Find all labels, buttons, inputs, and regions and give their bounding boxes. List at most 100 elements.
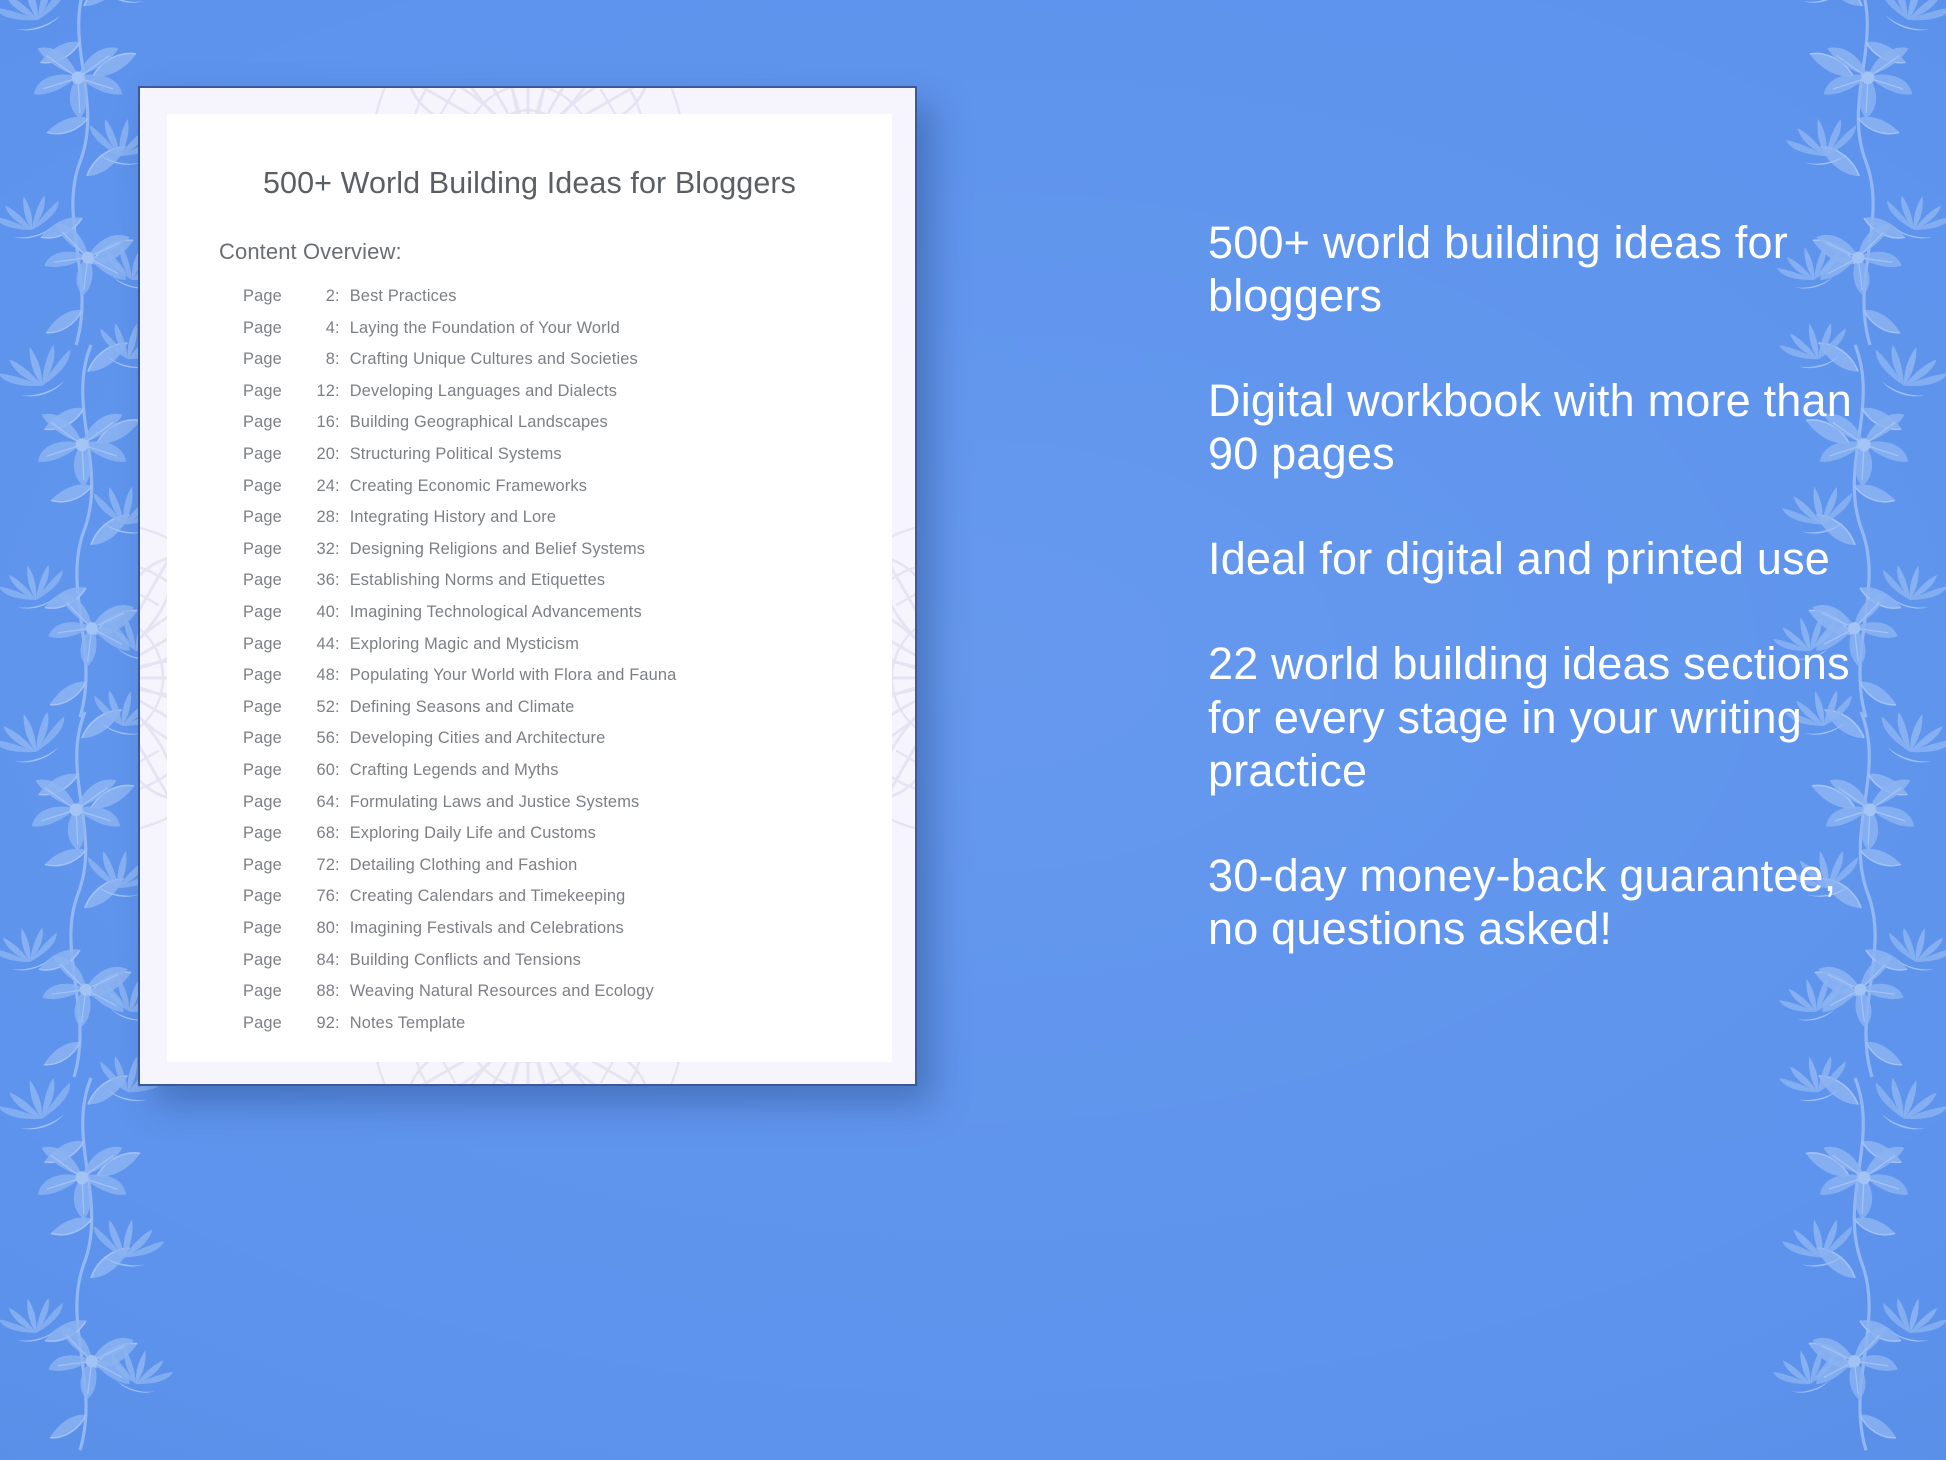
toc-entry-separator: :	[335, 918, 340, 937]
toc-entry-page-number: 24	[316, 476, 335, 495]
toc-entry-page-label: Page	[243, 318, 282, 337]
toc-entry[interactable]: Page 40: Imagining Technological Advanceme…	[243, 603, 892, 635]
toc-entry-title: Weaving Natural Resources and Ecology	[349, 982, 654, 1001]
toc-entry-separator: :	[335, 729, 340, 748]
toc-entry[interactable]: Page 88: Weaving Natural Resources and Eco…	[243, 982, 892, 1014]
toc-entry[interactable]: Page 92: Notes Template	[243, 1014, 892, 1046]
toc-entry-separator: :	[335, 1013, 340, 1032]
toc-entry-page-label: Page	[243, 539, 282, 558]
document-preview-card[interactable]: 500+ World Building Ideas for Bloggers C…	[138, 86, 917, 1086]
toc-entry-page-label: Page	[243, 602, 282, 621]
toc-entry-page-number: 36	[316, 571, 335, 590]
toc-entry-page-label: Page	[243, 666, 282, 685]
toc-entry-page-number: 20	[316, 445, 335, 463]
toc-entry-title: Structuring Political Systems	[349, 445, 562, 463]
toc-entry-page-label: Page	[243, 697, 282, 716]
toc-entry[interactable]: Page 84: Building Conflicts and Tensions	[243, 951, 892, 983]
toc-entry-separator: :	[335, 887, 340, 906]
toc-entry-title: Establishing Norms and Etiquettes	[349, 571, 606, 590]
toc-entry[interactable]: Page 16: Building Geographical Landscapes	[243, 413, 892, 445]
toc-entry-separator: :	[335, 792, 340, 811]
toc-entry-page-number: 40	[316, 602, 335, 621]
toc-entry[interactable]: Page 4: Laying the Foundation of Your Worl…	[243, 319, 892, 351]
toc-entry-separator: :	[335, 476, 340, 495]
toc-entry[interactable]: Page 52: Defining Seasons and Climate	[243, 698, 892, 730]
table-of-contents-list: Page 2: Best Practices Page 4: Laying the Fou…	[167, 265, 892, 1045]
toc-entry-page-label: Page	[243, 760, 282, 779]
toc-entry-page-label: Page	[243, 381, 282, 400]
marketing-bullet: 500+ world building ideas for bloggers	[1208, 217, 1788, 322]
toc-entry-title: Building Conflicts and Tensions	[349, 950, 581, 969]
toc-entry-page-number: 92	[316, 1013, 335, 1032]
toc-entry[interactable]: Page 80: Imagining Festivals and Celebrati…	[243, 919, 892, 951]
toc-entry-page-label: Page	[243, 950, 282, 969]
toc-entry-page-number: 28	[316, 508, 335, 527]
toc-entry-page-number: 60	[316, 760, 335, 779]
toc-entry-title: Creating Calendars and Timekeeping	[349, 887, 626, 906]
toc-entry-page-label: Page	[243, 824, 282, 843]
toc-entry-page-label: Page	[243, 413, 282, 432]
toc-entry[interactable]: Page 12: Developing Languages and Dialects	[243, 382, 892, 414]
toc-entry[interactable]: Page 68: Exploring Daily Life and Customs	[243, 824, 892, 856]
content-overview-label: Content Overview:	[219, 239, 402, 265]
toc-entry[interactable]: Page 44: Exploring Magic and Mysticism	[243, 635, 892, 667]
marketing-bullet: Ideal for digital and printed use	[1208, 533, 1831, 585]
toc-entry-page-number: 16	[316, 413, 335, 432]
toc-entry-page-label: Page	[243, 350, 282, 369]
toc-entry-page-number: 4	[325, 318, 335, 337]
toc-entry-title: Building Geographical Landscapes	[349, 413, 608, 432]
toc-entry-page-number: 68	[316, 824, 335, 843]
toc-entry-title: Best Practices	[349, 287, 457, 306]
toc-entry[interactable]: Page 24: Creating Economic Frameworks	[243, 477, 892, 509]
toc-entry-title: Designing Religions and Belief Systems	[349, 539, 646, 558]
toc-entry-separator: :	[335, 666, 340, 685]
toc-entry[interactable]: Page 64: Formulating Laws and Justice Syst…	[243, 793, 892, 825]
toc-entry-page-label: Page	[243, 729, 282, 748]
toc-entry-page-label: Page	[243, 445, 282, 463]
document-title: 500+ World Building Ideas for Bloggers	[262, 166, 797, 200]
document-page-sheet: 500+ World Building Ideas for Bloggers C…	[167, 114, 892, 1062]
toc-entry-separator: :	[335, 318, 340, 337]
toc-entry-title: Imagining Festivals and Celebrations	[349, 918, 624, 937]
toc-entry[interactable]: Page 2: Best Practices	[243, 287, 892, 319]
toc-entry-title: Integrating History and Lore	[349, 508, 557, 527]
toc-entry-title: Populating Your World with Flora and Fau…	[349, 666, 677, 685]
toc-entry-title: Defining Seasons and Climate	[349, 697, 575, 716]
toc-entry-title: Laying the Foundation of Your World	[349, 318, 620, 337]
toc-entry-separator: :	[335, 350, 340, 369]
toc-entry[interactable]: Page 36: Establishing Norms and Etiquettes	[243, 571, 892, 603]
toc-entry[interactable]: Page 76: Creating Calendars and Timekeepin…	[243, 887, 892, 919]
toc-entry-separator: :	[335, 287, 340, 306]
toc-entry-page-label: Page	[243, 508, 282, 527]
toc-entry[interactable]: Page 72: Detailing Clothing and Fashion	[243, 856, 892, 888]
toc-entry-page-label: Page	[243, 634, 282, 653]
toc-entry-page-number: 2	[325, 287, 335, 306]
toc-entry-separator: :	[335, 508, 340, 527]
toc-entry-page-number: 56	[316, 729, 335, 748]
toc-entry-separator: :	[335, 445, 340, 463]
toc-entry-page-label: Page	[243, 982, 282, 1001]
toc-entry-title: Exploring Daily Life and Customs	[349, 824, 596, 843]
toc-entry[interactable]: Page 28: Integrating History and Lore	[243, 508, 892, 540]
toc-entry[interactable]: Page 20: Structuring Political Systems	[243, 445, 892, 477]
toc-entry[interactable]: Page 32: Designing Religions and Belief Sy…	[243, 540, 892, 572]
toc-entry-page-number: 88	[316, 982, 335, 1001]
toc-entry[interactable]: Page 56: Developing Cities and Architectur…	[243, 729, 892, 761]
toc-entry-separator: :	[335, 824, 340, 843]
toc-entry-title: Formulating Laws and Justice Systems	[349, 792, 640, 811]
toc-entry-page-label: Page	[243, 792, 282, 811]
toc-entry-page-number: 8	[325, 350, 335, 369]
toc-entry-separator: :	[335, 697, 340, 716]
toc-entry[interactable]: Page 8: Crafting Unique Cultures and Socie…	[243, 350, 892, 382]
toc-entry-page-label: Page	[243, 855, 282, 874]
toc-entry-title: Crafting Legends and Myths	[349, 760, 559, 779]
toc-entry[interactable]: Page 48: Populating Your World with Flora …	[243, 666, 892, 698]
toc-entry-title: Notes Template	[349, 1013, 466, 1032]
toc-entry-title: Exploring Magic and Mysticism	[349, 634, 580, 653]
toc-entry[interactable]: Page 60: Crafting Legends and Myths	[243, 761, 892, 793]
toc-entry-page-number: 84	[316, 950, 335, 969]
toc-entry-page-number: 32	[316, 539, 335, 558]
toc-entry-title: Creating Economic Frameworks	[349, 476, 588, 495]
toc-entry-page-number: 76	[316, 887, 335, 906]
toc-entry-page-number: 72	[316, 855, 335, 874]
